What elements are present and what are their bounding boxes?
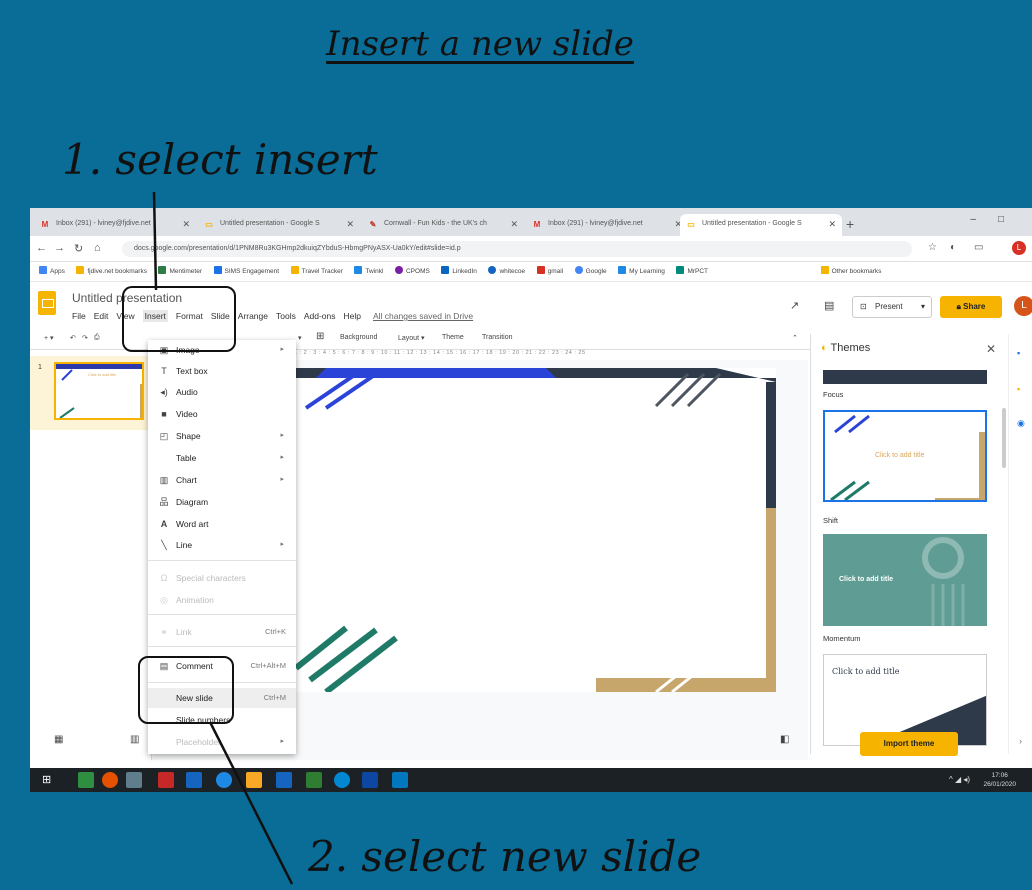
annotation-arrows: [152, 191, 294, 885]
instruction-step-2: 2. select new slide: [308, 832, 702, 881]
